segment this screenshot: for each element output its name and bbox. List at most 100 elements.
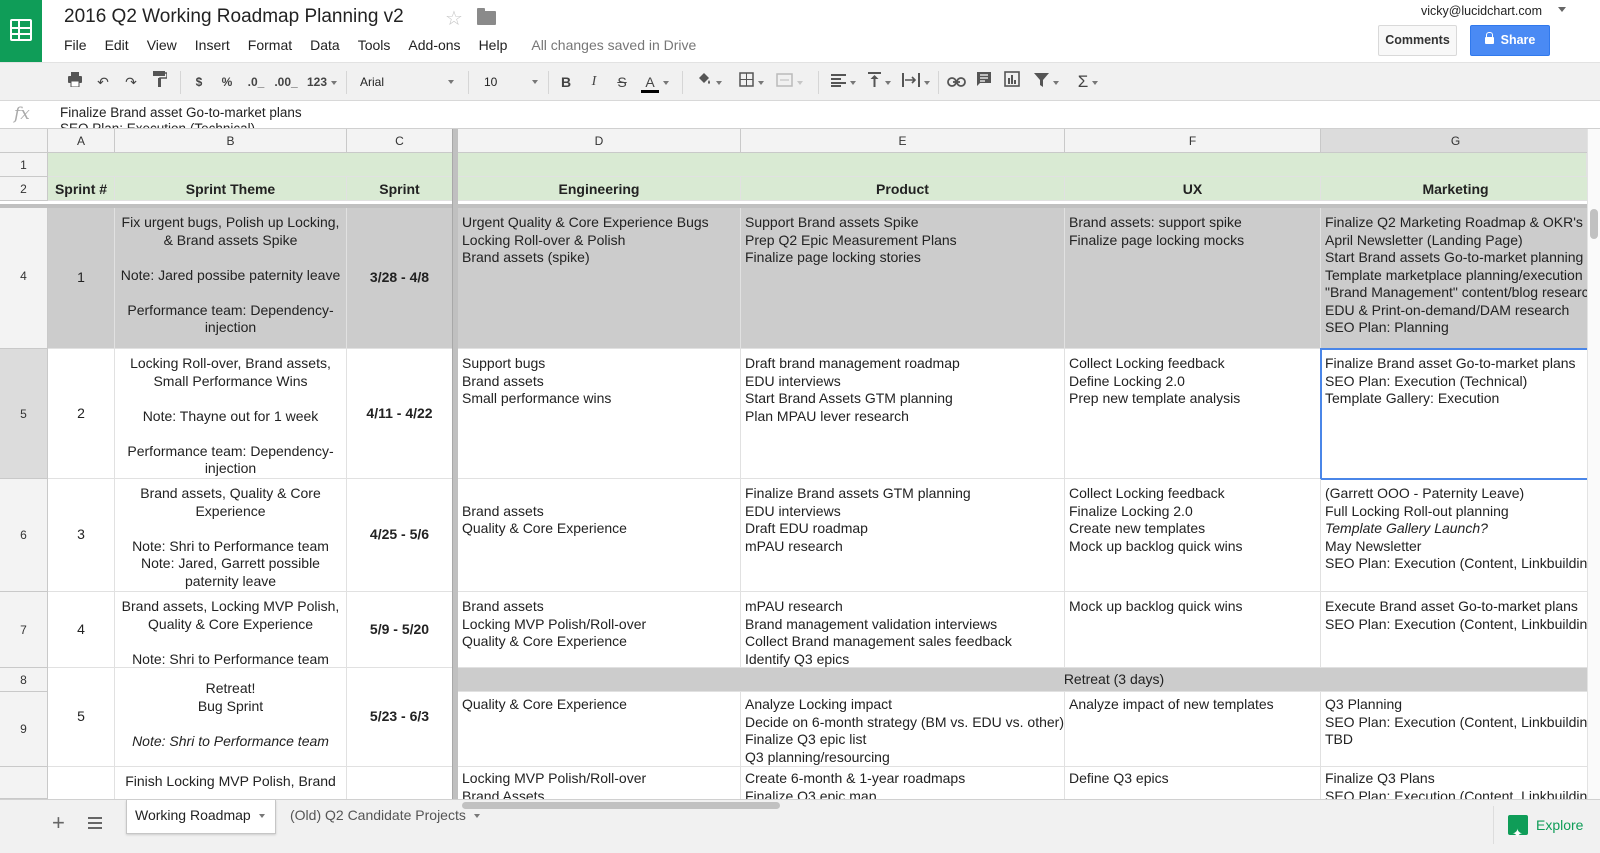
font-family-dropdown[interactable]: Arial xyxy=(360,71,454,93)
redo-icon[interactable]: ↷ xyxy=(120,71,142,93)
horizontal-scroll-thumb[interactable] xyxy=(462,802,780,809)
cell-product[interactable]: Analyze Locking impact Decide on 6-month… xyxy=(741,692,1065,767)
number-format-dropdown[interactable]: 123 xyxy=(304,71,340,93)
cell-ux[interactable]: Collect Locking feedback Finalize Lockin… xyxy=(1065,479,1321,592)
cell-sprint-number[interactable]: 1 xyxy=(48,208,115,349)
insert-link-icon[interactable] xyxy=(944,71,968,93)
cell-retreat-banner[interactable]: Retreat (3 days) xyxy=(458,668,1587,692)
sheets-logo-icon[interactable] xyxy=(0,0,42,62)
text-color-button[interactable]: A xyxy=(640,71,670,93)
increase-decimal-button[interactable]: .00_ xyxy=(272,71,300,93)
user-email[interactable]: vicky@lucidchart.com xyxy=(1421,4,1542,18)
cell-sprint-theme[interactable]: Fix urgent bugs, Polish up Locking, & Br… xyxy=(115,208,347,349)
star-icon[interactable]: ☆ xyxy=(445,6,463,31)
header-product[interactable]: Product xyxy=(741,177,1065,201)
cell-row1-right[interactable] xyxy=(458,153,1587,177)
cell-engineering[interactable]: Brand assets Quality & Core Experience xyxy=(458,479,741,592)
column-header-e[interactable]: E xyxy=(741,129,1065,153)
frozen-columns-divider[interactable] xyxy=(452,129,458,799)
all-sheets-list-icon[interactable] xyxy=(88,817,102,829)
cell-sprint-number[interactable] xyxy=(48,767,115,799)
formula-line-1[interactable]: Finalize Brand asset Go-to-market plans xyxy=(60,105,302,120)
header-sprint-number[interactable]: Sprint # xyxy=(48,177,115,201)
insert-chart-icon[interactable] xyxy=(1000,71,1024,93)
cell-sprint-dates[interactable]: 3/28 - 4/8 xyxy=(347,208,453,349)
cell-sprint-dates[interactable]: 5/23 - 6/3 xyxy=(347,668,453,767)
cell-sprint-dates[interactable]: 5/9 - 5/20 xyxy=(347,592,453,668)
percent-format-button[interactable]: % xyxy=(218,71,236,93)
row-header[interactable]: 9 xyxy=(0,692,48,767)
cell-marketing[interactable]: Q3 Planning SEO Plan: Execution (Content… xyxy=(1321,692,1587,767)
column-header-c[interactable]: C xyxy=(347,129,453,153)
header-marketing[interactable]: Marketing xyxy=(1321,177,1587,201)
cell-product[interactable]: Create 6-month & 1-year roadmaps Finaliz… xyxy=(741,767,1065,799)
cell-sprint-number[interactable]: 5 xyxy=(48,668,115,767)
cell-sprint-theme[interactable]: Locking Roll-over, Brand assets, Small P… xyxy=(115,349,347,479)
currency-format-button[interactable]: $ xyxy=(190,71,208,93)
row-header[interactable] xyxy=(0,767,48,799)
cell-sprint-number[interactable]: 4 xyxy=(48,592,115,668)
header-engineering[interactable]: Engineering xyxy=(458,177,741,201)
cell-marketing[interactable]: Finalize Q3 Plans SEO Plan: Execution (C… xyxy=(1321,767,1587,799)
header-ux[interactable]: UX xyxy=(1065,177,1321,201)
column-header-d[interactable]: D xyxy=(458,129,741,153)
row-header[interactable]: 6 xyxy=(0,479,48,592)
chevron-down-icon[interactable] xyxy=(259,814,265,818)
cell-ux[interactable]: Analyze impact of new templates xyxy=(1065,692,1321,767)
cell-sprint-number[interactable]: 2 xyxy=(48,349,115,479)
text-wrapping-button[interactable] xyxy=(898,71,934,93)
cell-sprint-number[interactable]: 3 xyxy=(48,479,115,592)
cell-engineering[interactable]: Quality & Core Experience xyxy=(458,692,741,767)
column-header-a[interactable]: A xyxy=(48,129,115,153)
cell-row1-left[interactable] xyxy=(48,153,453,177)
cell-sprint-dates[interactable]: 4/25 - 5/6 xyxy=(347,479,453,592)
cell-sprint-theme[interactable]: Finish Locking MVP Polish, Brand xyxy=(115,767,347,799)
select-all-corner[interactable] xyxy=(0,129,48,153)
merge-cells-button[interactable] xyxy=(772,71,806,93)
document-title[interactable]: 2016 Q2 Working Roadmap Planning v2 xyxy=(64,6,404,28)
sheet-tab-old-q2-candidates[interactable]: (Old) Q2 Candidate Projects xyxy=(282,800,492,834)
functions-button[interactable]: Σ xyxy=(1070,71,1106,93)
font-size-dropdown[interactable]: 10 xyxy=(484,71,538,93)
cell-engineering[interactable]: Support bugs Brand assets Small performa… xyxy=(458,349,741,479)
sheet-tab-working-roadmap[interactable]: Working Roadmap xyxy=(126,800,276,834)
folder-icon[interactable] xyxy=(477,8,496,25)
formula-bar[interactable]: fx Finalize Brand asset Go-to-market pla… xyxy=(0,101,1600,129)
menu-format[interactable]: Format xyxy=(248,37,292,53)
row-header[interactable]: 4 xyxy=(0,204,48,349)
row-header[interactable]: 1 xyxy=(0,153,48,177)
row-header[interactable]: 2 xyxy=(0,177,48,201)
cell-sprint-theme[interactable]: Retreat! Bug Sprint Note: Shri to Perfor… xyxy=(115,668,347,767)
account-chevron-down-icon[interactable] xyxy=(1558,7,1566,12)
menu-addons[interactable]: Add-ons xyxy=(408,37,460,53)
menu-edit[interactable]: Edit xyxy=(105,37,129,53)
cell-ux[interactable]: Define Q3 epics xyxy=(1065,767,1321,799)
formula-line-2[interactable]: SEO Plan: Execution (Technical) xyxy=(60,121,255,128)
menu-help[interactable]: Help xyxy=(479,37,508,53)
menu-insert[interactable]: Insert xyxy=(195,37,230,53)
bold-button[interactable]: B xyxy=(556,71,576,93)
cell-product[interactable]: Finalize Brand assets GTM planning EDU i… xyxy=(741,479,1065,592)
cell-ux[interactable]: Brand assets: support spike Finalize pag… xyxy=(1065,208,1321,349)
vertical-scroll-thumb[interactable] xyxy=(1590,209,1598,239)
horizontal-scrollbar[interactable] xyxy=(462,800,1582,810)
cell-product[interactable]: Support Brand assets Spike Prep Q2 Epic … xyxy=(741,208,1065,349)
share-button[interactable]: Share xyxy=(1470,25,1550,56)
header-sprint-theme[interactable]: Sprint Theme xyxy=(115,177,347,201)
cell-product[interactable]: mPAU research Brand management validatio… xyxy=(741,592,1065,668)
add-sheet-icon[interactable]: + xyxy=(52,810,65,836)
cell-engineering[interactable]: Brand assets Locking MVP Polish/Roll-ove… xyxy=(458,592,741,668)
fill-color-button[interactable] xyxy=(692,71,726,93)
explore-button[interactable]: Explore xyxy=(1493,806,1600,853)
vertical-align-button[interactable] xyxy=(862,71,896,93)
column-header-b[interactable]: B xyxy=(115,129,347,153)
cell-marketing[interactable]: Execute Brand asset Go-to-market plans S… xyxy=(1321,592,1587,668)
horizontal-align-button[interactable] xyxy=(826,71,860,93)
menu-tools[interactable]: Tools xyxy=(358,37,391,53)
undo-icon[interactable]: ↶ xyxy=(92,71,114,93)
print-icon[interactable] xyxy=(64,71,86,93)
cell-marketing[interactable]: Finalize Q2 Marketing Roadmap & OKR's Ap… xyxy=(1321,208,1587,349)
menu-file[interactable]: File xyxy=(64,37,87,53)
cell-sprint-theme[interactable]: Brand assets, Quality & Core Experience … xyxy=(115,479,347,592)
menu-view[interactable]: View xyxy=(147,37,177,53)
